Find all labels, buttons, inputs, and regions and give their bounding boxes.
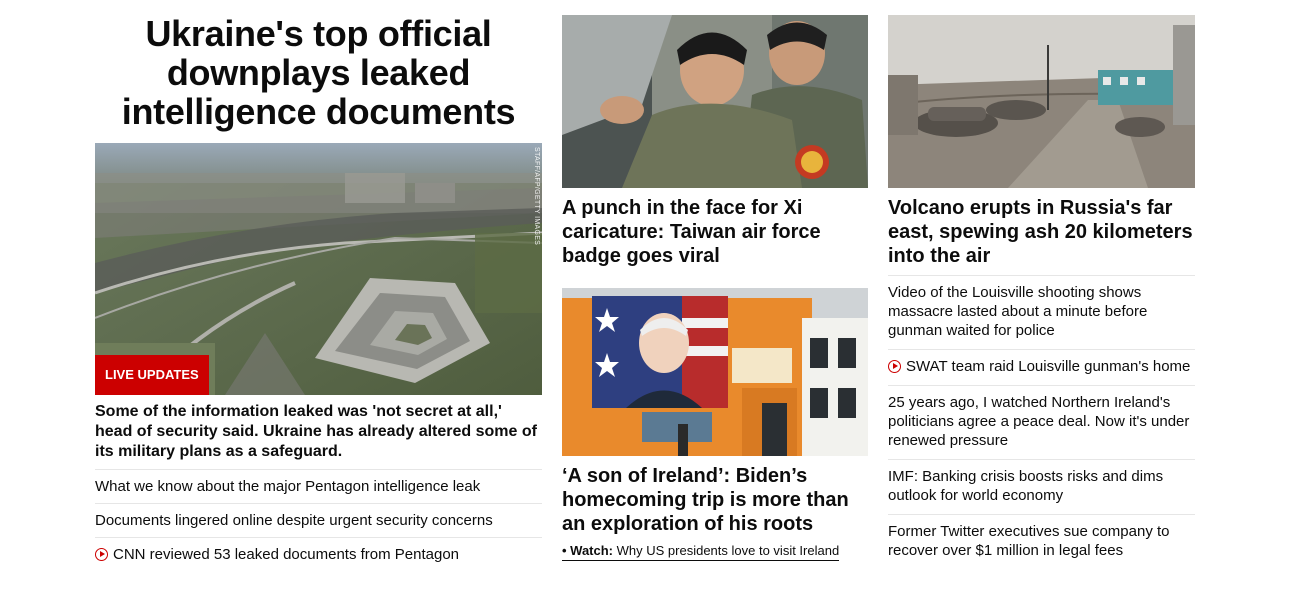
biden-mural-photo [562,288,868,456]
related-video-link[interactable]: CNN reviewed 53 leaked documents from Pe… [95,537,542,571]
volcano-story-link[interactable]: Volcano erupts in Russia's far east, spe… [888,196,1195,268]
lead-summary-link[interactable]: Some of the information leaked was 'not … [95,402,542,462]
related-link-text[interactable]: SWAT team raid Louisville gunman's home [906,358,1190,375]
lead-headline: Ukraine's top official downplays leaked … [121,13,516,132]
lead-image-link[interactable]: STAFF/AFP/GETTY IMAGES LIVE UPDATES [95,143,542,395]
watch-video-link[interactable]: • Watch: Why US presidents love to visit… [562,543,840,561]
live-updates-badge: LIVE UPDATES [95,355,209,395]
related-link[interactable]: What we know about the major Pentagon in… [95,469,542,503]
right-related-links: Video of the Louisville shooting shows m… [888,275,1195,569]
watch-label: • Watch: [562,543,614,558]
biden-headline: ‘A son of Ireland’: Biden’s homecoming t… [562,465,849,535]
related-link-text[interactable]: Former Twitter executives sue company to… [888,523,1170,559]
right-column: Volcano erupts in Russia's far east, spe… [888,0,1195,569]
related-link-text[interactable]: What we know about the major Pentagon in… [95,478,480,495]
related-link[interactable]: Video of the Louisville shooting shows m… [888,275,1195,349]
related-video-link[interactable]: SWAT team raid Louisville gunman's home [888,349,1195,385]
taiwan-story-link[interactable]: A punch in the face for Xi caricature: T… [562,196,868,268]
pentagon-aerial-photo: STAFF/AFP/GETTY IMAGES LIVE UPDATES [95,143,542,395]
biden-image-link[interactable] [562,288,868,456]
watch-text: Why US presidents love to visit Ireland [616,543,840,558]
play-circle-icon [888,360,901,373]
related-link-text[interactable]: IMF: Banking crisis boosts risks and dim… [888,468,1163,504]
mural-illustration [562,288,868,456]
related-link[interactable]: 25 years ago, I watched Northern Ireland… [888,385,1195,459]
middle-column: A punch in the face for Xi caricature: T… [562,0,868,561]
related-link-text[interactable]: CNN reviewed 53 leaked documents from Pe… [113,546,459,563]
volcano-ash-photo [888,15,1195,188]
photo-credit: STAFF/AFP/GETTY IMAGES [533,147,540,246]
taiwan-pilot-photo [562,15,868,188]
related-link[interactable]: IMF: Banking crisis boosts risks and dim… [888,459,1195,514]
biden-story-link[interactable]: ‘A son of Ireland’: Biden’s homecoming t… [562,464,868,536]
related-link[interactable]: Documents lingered online despite urgent… [95,503,542,537]
volcano-headline: Volcano erupts in Russia's far east, spe… [888,197,1193,267]
related-link[interactable]: Former Twitter executives sue company to… [888,514,1195,569]
lead-summary: Some of the information leaked was 'not … [95,403,537,460]
ash-street-illustration [888,15,1195,188]
related-link-text[interactable]: Video of the Louisville shooting shows m… [888,284,1147,339]
related-link-text[interactable]: Documents lingered online despite urgent… [95,512,493,529]
pilot-illustration [562,15,868,188]
lead-story: Ukraine's top official downplays leaked … [95,0,542,571]
related-link-text[interactable]: 25 years ago, I watched Northern Ireland… [888,394,1189,449]
lead-headline-link[interactable]: Ukraine's top official downplays leaked … [95,14,542,131]
lead-related-links: What we know about the major Pentagon in… [95,469,542,571]
taiwan-image-link[interactable] [562,15,868,188]
taiwan-headline: A punch in the face for Xi caricature: T… [562,197,821,267]
volcano-image-link[interactable] [888,15,1195,188]
play-circle-icon [95,548,108,561]
